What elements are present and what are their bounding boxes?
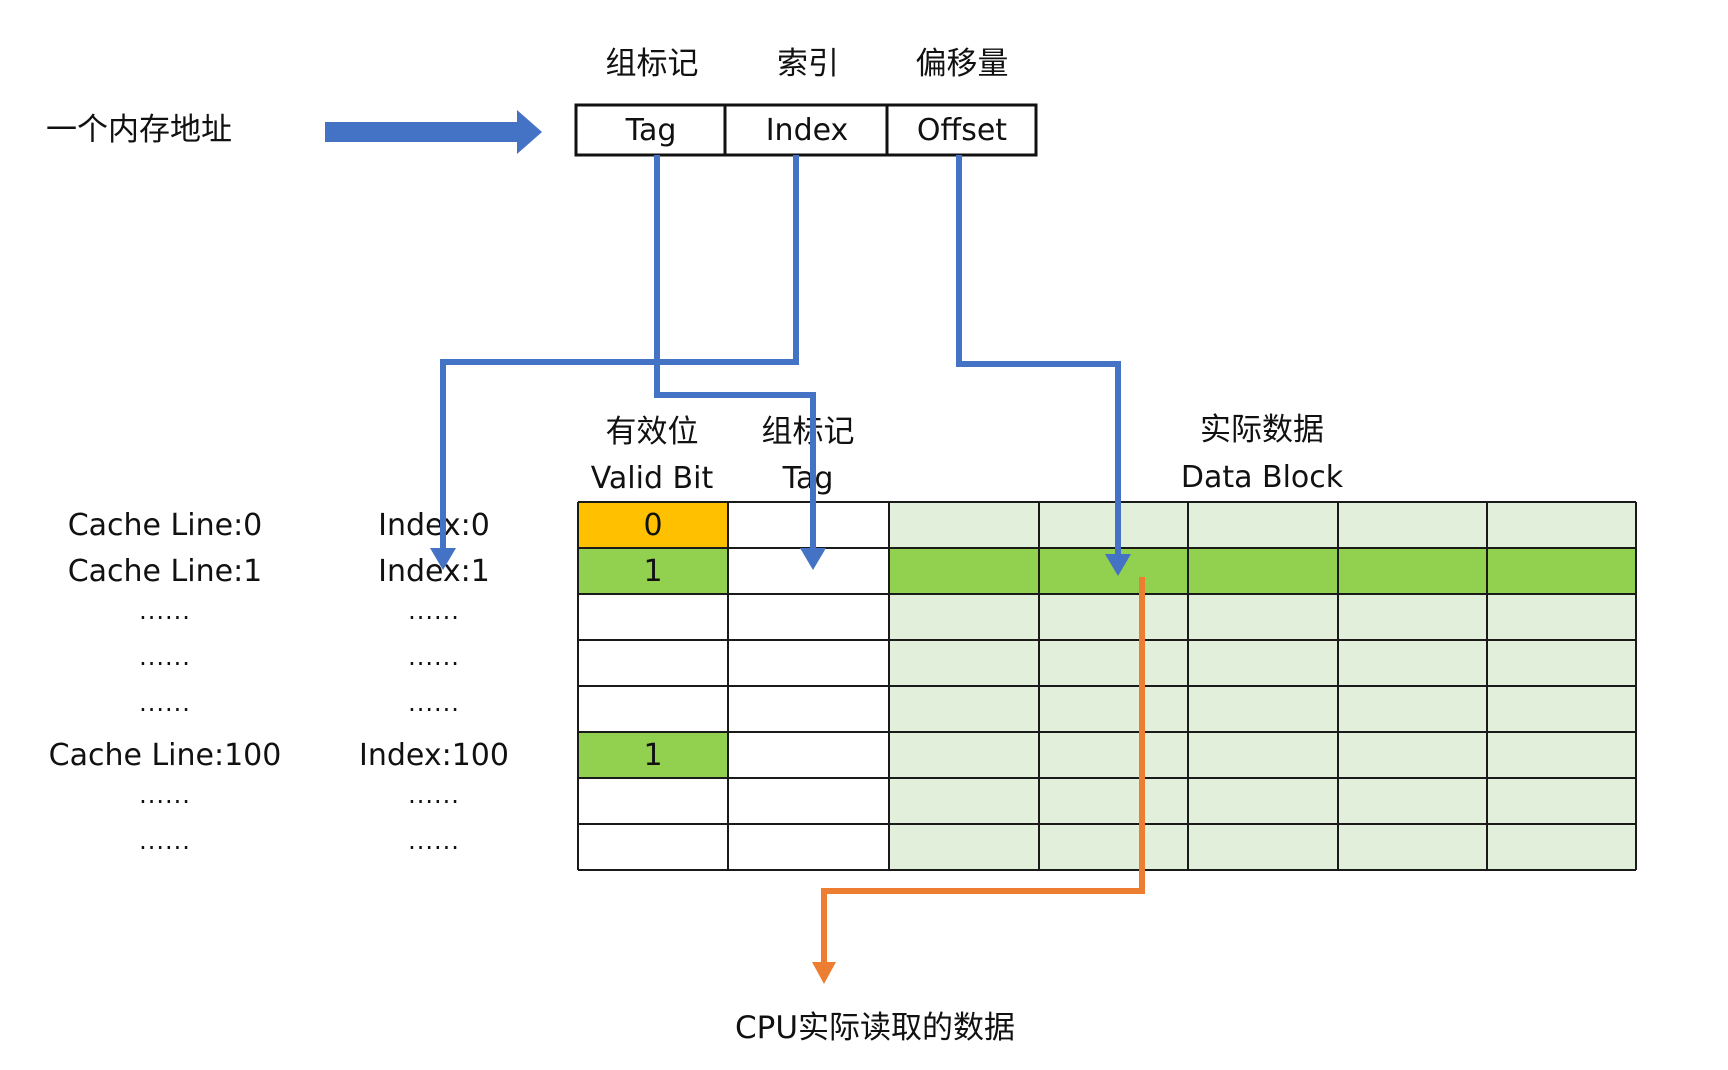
cpu-output-caption: CPU实际读取的数据 bbox=[735, 1010, 1015, 1046]
data-block-cell bbox=[889, 732, 1039, 778]
cache-line-label: ...... bbox=[139, 827, 191, 855]
index-label: ...... bbox=[408, 643, 460, 671]
index-label: Index:0 bbox=[378, 508, 490, 543]
valid-bit-value: 1 bbox=[643, 738, 662, 773]
address-arrow bbox=[325, 110, 542, 154]
tag-field-header: 组标记 bbox=[606, 46, 699, 82]
data-block-cell bbox=[1487, 732, 1636, 778]
offset-field: Offset bbox=[917, 113, 1007, 148]
valid-bit-header-cn: 有效位 bbox=[606, 414, 699, 450]
tag-cell bbox=[728, 686, 889, 732]
valid-bit-value: 1 bbox=[643, 554, 662, 589]
data-block-cell bbox=[1188, 640, 1338, 686]
valid-bit-header-en: Valid Bit bbox=[591, 461, 714, 496]
valid-bit-value: 0 bbox=[643, 508, 662, 543]
data-block-cell bbox=[889, 824, 1039, 870]
index-label: ...... bbox=[408, 597, 460, 625]
tag-field: Tag bbox=[625, 113, 677, 148]
data-block-cell bbox=[889, 778, 1039, 824]
index-label: ...... bbox=[408, 689, 460, 717]
table-row bbox=[578, 594, 1636, 640]
tag-cell bbox=[728, 778, 889, 824]
tag-col-header-cn: 组标记 bbox=[762, 414, 855, 450]
cache-line-label: ...... bbox=[139, 643, 191, 671]
cache-line-label: ...... bbox=[139, 597, 191, 625]
table-row bbox=[578, 824, 1636, 870]
tag-cell bbox=[728, 502, 889, 548]
lookup-arrows bbox=[440, 155, 1121, 556]
tag-col-header-en: Tag bbox=[782, 461, 834, 496]
data-block-cell bbox=[889, 502, 1039, 548]
data-block-cell bbox=[1338, 778, 1487, 824]
cache-line-label: Cache Line:100 bbox=[49, 738, 282, 773]
table-row bbox=[578, 686, 1636, 732]
data-block-cell bbox=[1039, 594, 1188, 640]
cache-line-label: Cache Line:0 bbox=[68, 508, 263, 543]
index-field-header: 索引 bbox=[777, 46, 839, 82]
data-block-cell bbox=[1487, 778, 1636, 824]
index-label: ...... bbox=[408, 827, 460, 855]
data-block-cell bbox=[1487, 824, 1636, 870]
data-block-cell bbox=[1338, 502, 1487, 548]
data-block-cell bbox=[1188, 502, 1338, 548]
data-block-cell bbox=[1188, 732, 1338, 778]
data-block-cell bbox=[1338, 594, 1487, 640]
data-block-cell bbox=[1487, 640, 1636, 686]
data-block-cell bbox=[889, 640, 1039, 686]
data-block-cell bbox=[1487, 594, 1636, 640]
data-block-cell bbox=[1338, 548, 1487, 594]
table-row: 0 bbox=[578, 502, 1636, 548]
data-block-cell bbox=[1039, 686, 1188, 732]
tag-cell bbox=[728, 640, 889, 686]
table-row bbox=[578, 778, 1636, 824]
tag-cell bbox=[728, 594, 889, 640]
data-block-cell bbox=[889, 594, 1039, 640]
cache-line-label: ...... bbox=[139, 689, 191, 717]
data-block-cell bbox=[1188, 824, 1338, 870]
data-block-cell bbox=[889, 548, 1039, 594]
offset-field-header: 偏移量 bbox=[916, 46, 1009, 82]
data-block-cell bbox=[1188, 778, 1338, 824]
data-block-cell bbox=[1039, 824, 1188, 870]
data-block-cell bbox=[1039, 640, 1188, 686]
index-label: ...... bbox=[408, 781, 460, 809]
table-row bbox=[578, 640, 1636, 686]
valid-bit-cell bbox=[578, 640, 728, 686]
offset-select-arrow bbox=[956, 155, 1121, 556]
memory-address-caption: 一个内存地址 bbox=[46, 112, 232, 148]
valid-bit-cell bbox=[578, 686, 728, 732]
data-block-cell bbox=[1338, 732, 1487, 778]
valid-bit-cell bbox=[578, 778, 728, 824]
data-block-cell bbox=[1338, 824, 1487, 870]
data-block-cell bbox=[1188, 686, 1338, 732]
tag-cell bbox=[728, 732, 889, 778]
valid-bit-cell bbox=[578, 824, 728, 870]
index-label: Index:100 bbox=[359, 738, 509, 773]
data-block-cell bbox=[1487, 502, 1636, 548]
data-block-cell bbox=[889, 686, 1039, 732]
cache-line-label: ...... bbox=[139, 781, 191, 809]
data-block-header-en: Data Block bbox=[1181, 460, 1344, 495]
output-arrowhead bbox=[812, 962, 836, 984]
data-block-header-cn: 实际数据 bbox=[1200, 412, 1324, 448]
cache-lookup-diagram: 一个内存地址 组标记 索引 偏移量 Tag Index Offset 有效位 V… bbox=[46, 46, 1637, 1046]
data-block-cell bbox=[1188, 594, 1338, 640]
valid-bit-cell bbox=[578, 594, 728, 640]
data-block-cell bbox=[1188, 548, 1338, 594]
data-block-cell bbox=[1039, 502, 1188, 548]
data-block-cell bbox=[1338, 640, 1487, 686]
data-block-cell bbox=[1039, 732, 1188, 778]
tag-cell bbox=[728, 824, 889, 870]
cache-line-label: Cache Line:1 bbox=[68, 554, 263, 589]
data-block-cell bbox=[1487, 548, 1636, 594]
data-block-cell bbox=[1487, 686, 1636, 732]
index-field: Index bbox=[766, 113, 849, 148]
data-block-cell bbox=[1338, 686, 1487, 732]
index-label: Index:1 bbox=[378, 554, 490, 589]
table-row: 1 bbox=[578, 732, 1636, 778]
data-block-cell bbox=[1039, 778, 1188, 824]
